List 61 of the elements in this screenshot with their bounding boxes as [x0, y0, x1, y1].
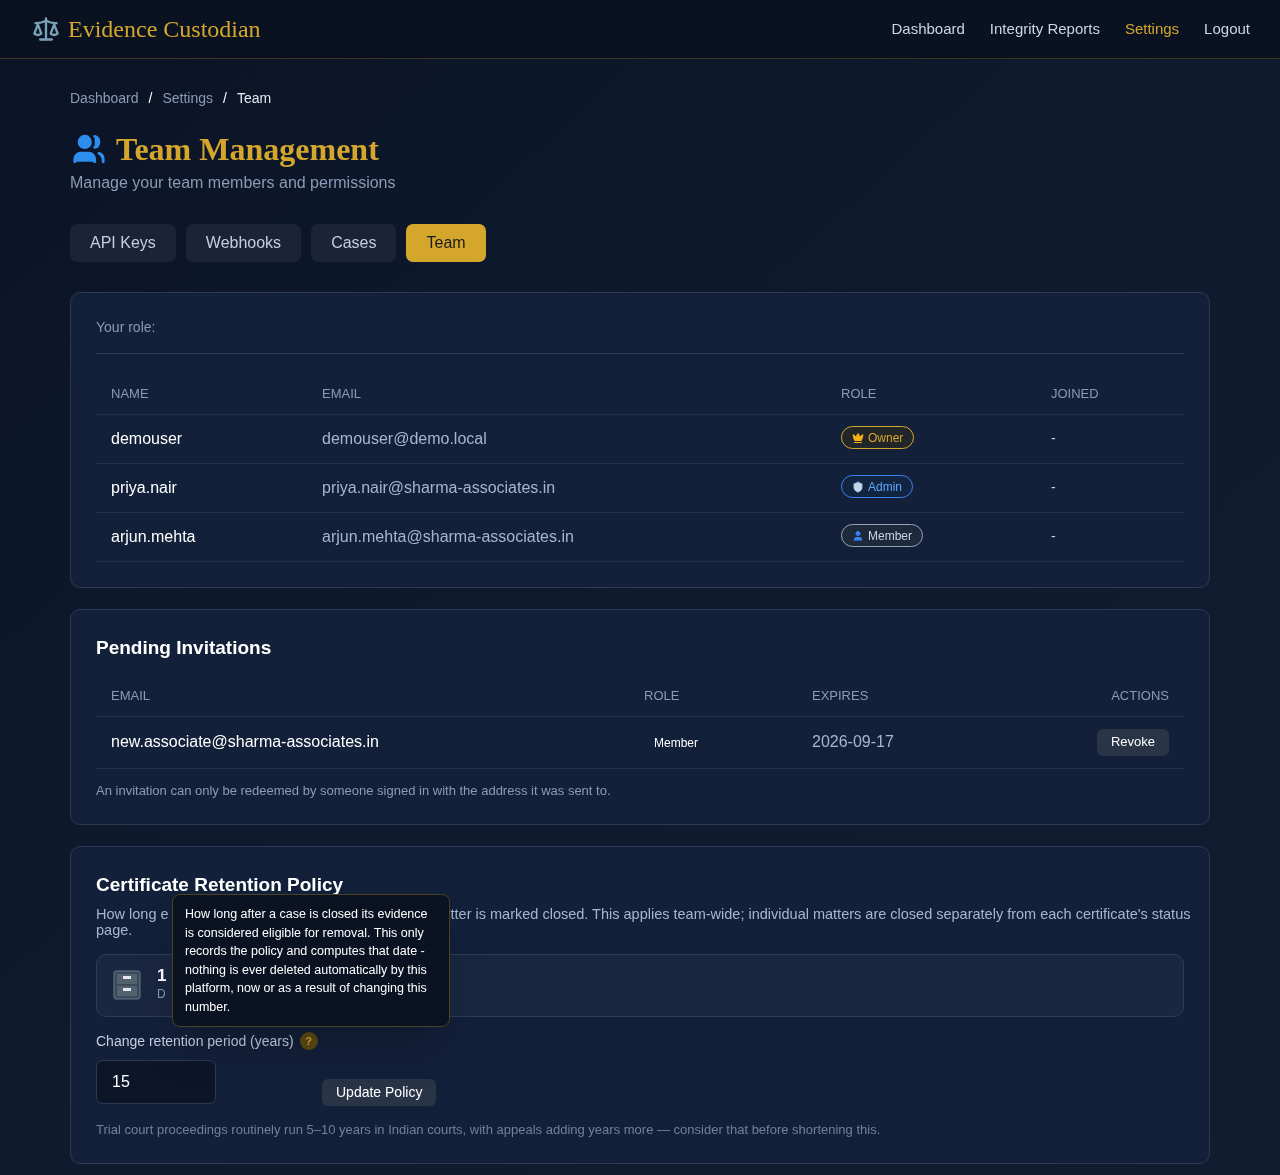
current-page-label: Team — [236, 89, 272, 108]
member-email: priya.nair@sharma-associates.in — [307, 463, 826, 512]
people-icon — [70, 132, 108, 166]
member-email: demouser@demo.local — [307, 414, 826, 463]
page-subtitle: Manage your team members and permissions — [70, 173, 397, 193]
invitation-note: An invitation can only be redeemed by someone signed in with the address it was sent to. — [96, 781, 612, 800]
column-header: ACTIONS — [999, 676, 1184, 716]
role-badge: Member — [841, 524, 923, 548]
scales-icon — [32, 15, 60, 43]
joined-date: - — [1036, 512, 1184, 561]
member-name: arjun.mehta — [96, 512, 307, 561]
page-title: Team Management — [116, 130, 379, 169]
column-header: EMAIL — [96, 676, 629, 716]
update-policy-button[interactable]: Update Policy — [322, 1078, 437, 1106]
crown-icon — [852, 431, 864, 444]
member-name: priya.nair — [96, 463, 307, 512]
column-header: ROLE — [826, 374, 1036, 414]
member-email: arjun.mehta@sharma-associates.in — [307, 512, 826, 561]
column-header: NAME — [96, 374, 307, 414]
tooltip: How long after a case is closed its evidence is considered eligible for removal. This only records the policy and computes that date - nothing is ever deleted automatically by this platform, now or as a result of changing this number. — [172, 894, 450, 1027]
tab[interactable]: Team — [406, 224, 486, 262]
file-cabinet-icon — [113, 970, 141, 1000]
section-title: Pending Invitations — [96, 635, 273, 660]
column-header: EXPIRES — [797, 676, 1000, 716]
nav-link[interactable]: Logout — [1204, 17, 1250, 41]
nav-link[interactable]: Settings — [1124, 17, 1180, 41]
section-title: Certificate Retention Policy — [96, 873, 345, 897]
policy-description: How long e — [96, 905, 169, 922]
invite-email: new.associate@sharma-associates.in — [96, 716, 629, 768]
policy-description: tter is marked closed. This applies team-wide; individual matters are closed separately from each certificate's status — [450, 905, 1191, 922]
retention-value: 1 — [157, 967, 167, 985]
column-header: JOINED — [1036, 374, 1184, 414]
role-badge: Owner — [841, 426, 915, 450]
help-icon[interactable]: ? — [299, 1032, 318, 1050]
years-input[interactable]: 15 — [96, 1059, 216, 1104]
nav-link[interactable]: Dashboard — [891, 17, 965, 41]
brand-name: Evidence Custodian — [68, 15, 261, 44]
person-icon — [852, 529, 864, 542]
tab[interactable]: Webhooks — [185, 224, 302, 262]
policy-description: page. — [96, 921, 133, 938]
invite-role: Member — [653, 736, 698, 750]
role-badge: Admin — [841, 475, 913, 499]
breadcrumb-link[interactable]: Settings — [162, 88, 213, 109]
joined-date: - — [1036, 414, 1184, 463]
tab[interactable]: API Keys — [70, 224, 176, 262]
retention-note: Trial court proceedings routinely run 5–10 years in Indian courts, with appeals adding years more — consider that before shortening this. — [96, 1120, 882, 1139]
retention-caption: D — [157, 986, 167, 1003]
shield-icon — [852, 480, 864, 493]
field-label: Change retention period (years) — [96, 1031, 294, 1051]
expiry-date: 2026-09-17 — [797, 716, 1000, 768]
breadcrumb-link[interactable]: Dashboard — [70, 88, 139, 109]
nav-link[interactable]: Integrity Reports — [989, 17, 1100, 41]
your-role-label: Your role: — [96, 317, 1184, 354]
column-header: EMAIL — [307, 374, 826, 414]
joined-date: - — [1036, 463, 1184, 512]
breadcrumb-separator: / — [223, 89, 227, 108]
member-name: demouser — [96, 414, 307, 463]
breadcrumb-separator: / — [148, 89, 153, 108]
column-header: ROLE — [629, 676, 797, 716]
tab[interactable]: Cases — [311, 224, 397, 262]
revoke-button[interactable]: Revoke — [1096, 728, 1169, 756]
